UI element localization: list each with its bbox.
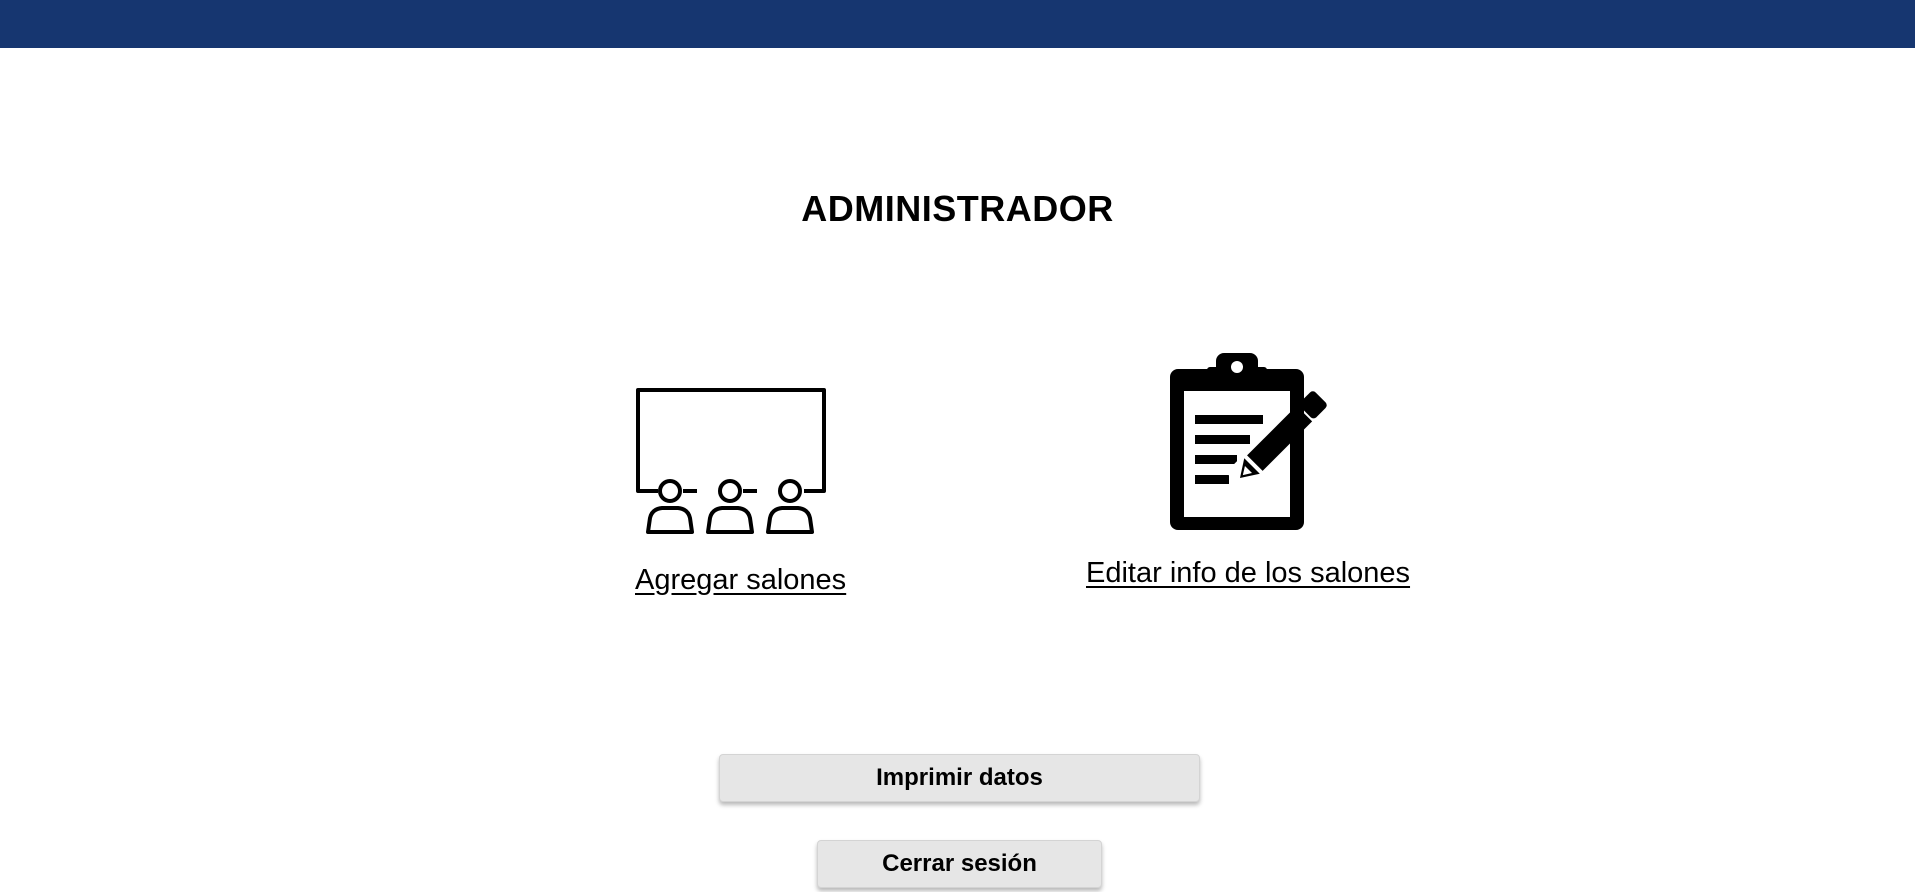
add-classrooms-link[interactable]: Agregar salones: [620, 385, 860, 605]
edit-classroom-info-link[interactable]: Editar info de los salones: [1070, 350, 1420, 600]
logout-button[interactable]: Cerrar sesión: [817, 840, 1102, 888]
add-classrooms-label: Agregar salones: [635, 564, 847, 596]
top-header-bar: [0, 0, 1915, 48]
classroom-icon: [636, 388, 826, 534]
print-data-button[interactable]: Imprimir datos: [719, 754, 1200, 802]
page-title: ADMINISTRADOR: [801, 188, 1114, 229]
clipboard-edit-icon: [1170, 353, 1327, 530]
edit-classroom-info-label: Editar info de los salones: [1086, 557, 1411, 589]
